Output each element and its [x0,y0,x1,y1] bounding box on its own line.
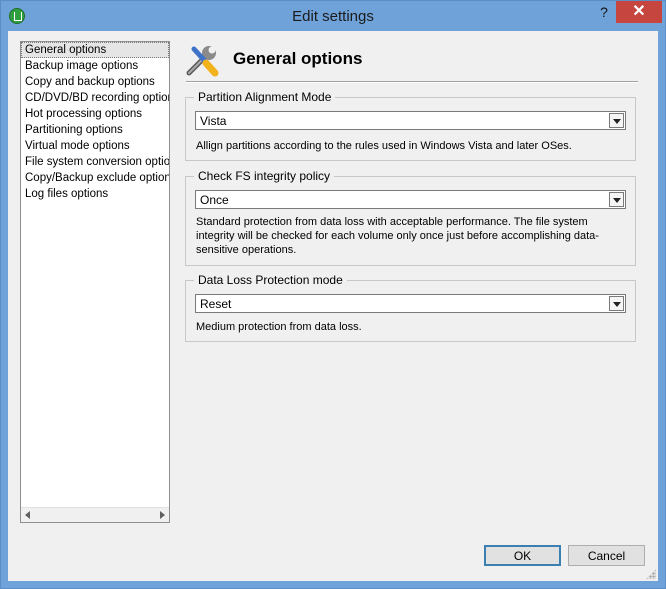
page-title: General options [233,49,363,68]
sidebar-item-exclude-options[interactable]: Copy/Backup exclude options [21,170,169,186]
fs-integrity-select[interactable]: Once [195,190,626,209]
tools-icon [186,46,219,77]
horizontal-scrollbar[interactable] [21,507,169,522]
help-button[interactable]: ? [591,1,617,23]
edit-settings-window: Edit settings ? ✕ General options Backup… [0,0,666,589]
sidebar-item-recording-options[interactable]: CD/DVD/BD recording options [21,90,169,106]
sidebar-item-log-files-options[interactable]: Log files options [21,186,169,202]
chevron-down-icon[interactable] [609,296,624,311]
partition-alignment-legend: Partition Alignment Mode [194,90,336,104]
sidebar-item-hot-processing-options[interactable]: Hot processing options [21,106,169,122]
data-loss-value: Reset [200,297,232,311]
partition-alignment-description: Allign partitions according to the rules… [196,140,572,152]
options-list[interactable]: General options Backup image options Cop… [20,41,170,523]
fs-integrity-legend: Check FS integrity policy [194,169,335,183]
partition-alignment-group: Partition Alignment Mode Vista Allign pa… [185,90,636,161]
header-divider [186,81,638,83]
data-loss-select[interactable]: Reset [195,294,626,313]
chevron-down-icon[interactable] [609,113,624,128]
data-loss-group: Data Loss Protection mode Reset Medium p… [185,273,636,342]
sidebar-item-general-options[interactable]: General options [21,42,169,58]
ok-button[interactable]: OK [484,545,561,566]
partition-alignment-select[interactable]: Vista [195,111,626,130]
sidebar-item-virtual-mode-options[interactable]: Virtual mode options [21,138,169,154]
sidebar-item-copy-and-backup-options[interactable]: Copy and backup options [21,74,169,90]
fs-integrity-description: Standard protection from data loss with … [196,216,599,256]
window-title: Edit settings [292,8,374,25]
sidebar-item-partitioning-options[interactable]: Partitioning options [21,122,169,138]
dialog-client-area: General options Backup image options Cop… [8,31,658,581]
chevron-down-icon[interactable] [609,192,624,207]
sidebar-item-backup-image-options[interactable]: Backup image options [21,58,169,74]
resize-grip-icon[interactable] [646,569,656,579]
fs-integrity-value: Once [200,193,229,207]
cancel-button[interactable]: Cancel [568,545,645,566]
partition-alignment-value: Vista [200,114,227,128]
data-loss-legend: Data Loss Protection mode [194,273,347,287]
data-loss-description: Medium protection from data loss. [196,321,362,333]
close-button[interactable]: ✕ [616,1,662,23]
fs-integrity-group: Check FS integrity policy Once Standard … [185,169,636,266]
scroll-left-icon[interactable] [25,511,30,519]
title-bar[interactable]: Edit settings ? ✕ [1,1,665,31]
sidebar-item-fs-conversion-options[interactable]: File system conversion options [21,154,169,170]
scroll-right-icon[interactable] [160,511,165,519]
